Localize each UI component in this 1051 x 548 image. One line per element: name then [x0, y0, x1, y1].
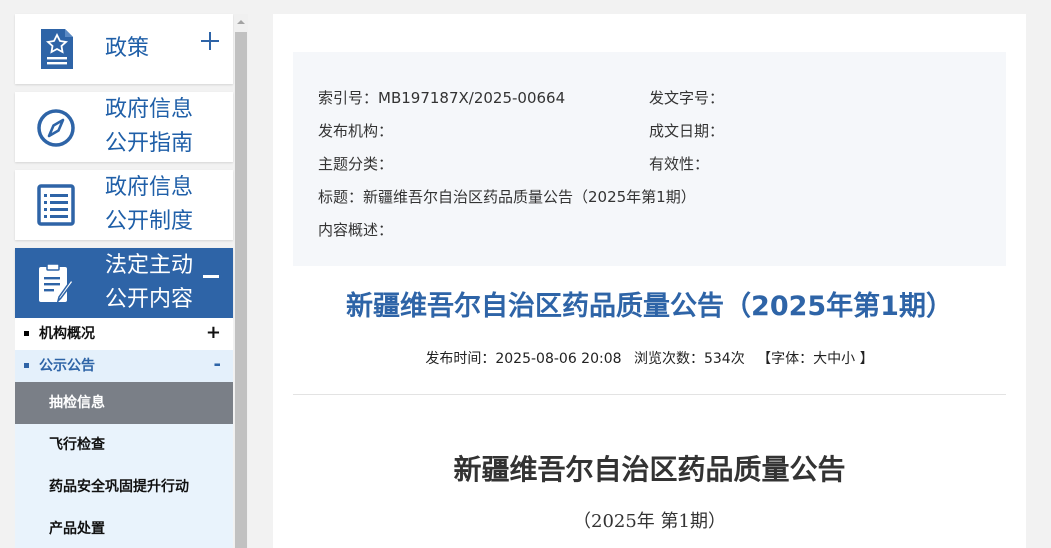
font-size-switcher[interactable]: 【字体：大中小 】 [757, 351, 873, 367]
menu-item-disclosure-guide[interactable]: 政府信息 公开指南 [15, 92, 233, 162]
collapse-minus-icon[interactable] [203, 275, 219, 278]
divider [293, 394, 1006, 395]
meta-publisher: 发布机构： [318, 122, 394, 140]
leaf-label: 飞行检查 [49, 437, 105, 453]
meta-summary: 内容概述： [318, 221, 394, 239]
scrollbar-thumb[interactable] [235, 32, 247, 548]
menu-item-policy-label: 政策 [105, 36, 150, 61]
subsection-label: 机构概况 [39, 326, 95, 342]
expand-sign[interactable]: + [206, 323, 221, 343]
meta-index: 索引号：MB197187X/2025-00664 [318, 89, 566, 107]
bullet-icon [24, 363, 29, 368]
article-title: 新疆维吾尔自治区药品质量公告（2025年第1期） [346, 291, 953, 322]
leaf-drug-safety-action[interactable]: 药品安全巩固提升行动 [15, 466, 233, 508]
subsection-org-overview[interactable]: 机构概况 + [15, 318, 233, 350]
leaf-label: 产品处置 [49, 521, 105, 537]
menu-item-disclosure-system-line2: 公开制度 [105, 209, 194, 234]
subsection-label: 公示公告 [39, 358, 95, 374]
menu-item-disclosure-guide-line1: 政府信息 [105, 97, 194, 122]
leaf-label: 药品安全巩固提升行动 [49, 479, 189, 495]
meta-validity: 有效性： [649, 155, 710, 173]
leaf-sampling-info[interactable]: 抽检信息 [15, 382, 233, 424]
list-doc-icon [37, 184, 75, 226]
metadata-box: 索引号：MB197187X/2025-00664 发文字号： 发布机构： 成文日… [293, 52, 1006, 266]
scroll-up-arrow-icon[interactable] [234, 14, 248, 30]
leaf-flight-inspection[interactable]: 飞行检查 [15, 424, 233, 466]
menu-item-disclosure-system-line1: 政府信息 [105, 175, 194, 200]
publish-time: 发布时间：2025-08-06 20:08 [425, 351, 622, 367]
leaf-product-disposal[interactable]: 产品处置 [15, 508, 233, 548]
menu-item-statutory-line2: 公开内容 [105, 287, 194, 312]
menu-item-statutory-line1: 法定主动 [105, 253, 194, 278]
clipboard-pen-icon [39, 263, 74, 304]
sidebar: 政策 政府信息 公开指南 政府信息 公开制度 法定主动 公开内容 机构概况 + … [15, 14, 233, 548]
collapse-sign[interactable]: - [214, 355, 221, 375]
document-issue: （2025年 第1期） [573, 511, 726, 532]
meta-topic: 主题分类： [318, 155, 394, 173]
publish-info: 发布时间：2025-08-06 20:08 浏览次数：534次 【字体：大中小 … [273, 349, 1026, 369]
menu-item-statutory-disclosure[interactable]: 法定主动 公开内容 [15, 248, 233, 318]
subsection-announcements[interactable]: 公示公告 - [15, 350, 233, 382]
menu-item-disclosure-guide-line2: 公开指南 [105, 131, 194, 156]
leaf-label: 抽检信息 [49, 395, 105, 411]
article-panel: 索引号：MB197187X/2025-00664 发文字号： 发布机构： 成文日… [273, 14, 1026, 548]
bullet-icon [24, 331, 29, 336]
meta-title: 标题：新疆维吾尔自治区药品质量公告（2025年第1期） [318, 188, 696, 206]
expand-plus-icon[interactable] [201, 32, 219, 50]
sidebar-scrollbar[interactable] [234, 14, 248, 548]
meta-date: 成文日期： [649, 122, 725, 140]
document-heading: 新疆维吾尔自治区药品质量公告 [453, 453, 846, 486]
menu-item-disclosure-system[interactable]: 政府信息 公开制度 [15, 170, 233, 240]
compass-icon [37, 109, 75, 147]
menu-item-policy[interactable]: 政策 [15, 14, 233, 84]
meta-doc-no: 发文字号： [649, 89, 725, 107]
view-count: 浏览次数：534次 [633, 351, 745, 367]
policy-doc-icon [41, 29, 73, 69]
